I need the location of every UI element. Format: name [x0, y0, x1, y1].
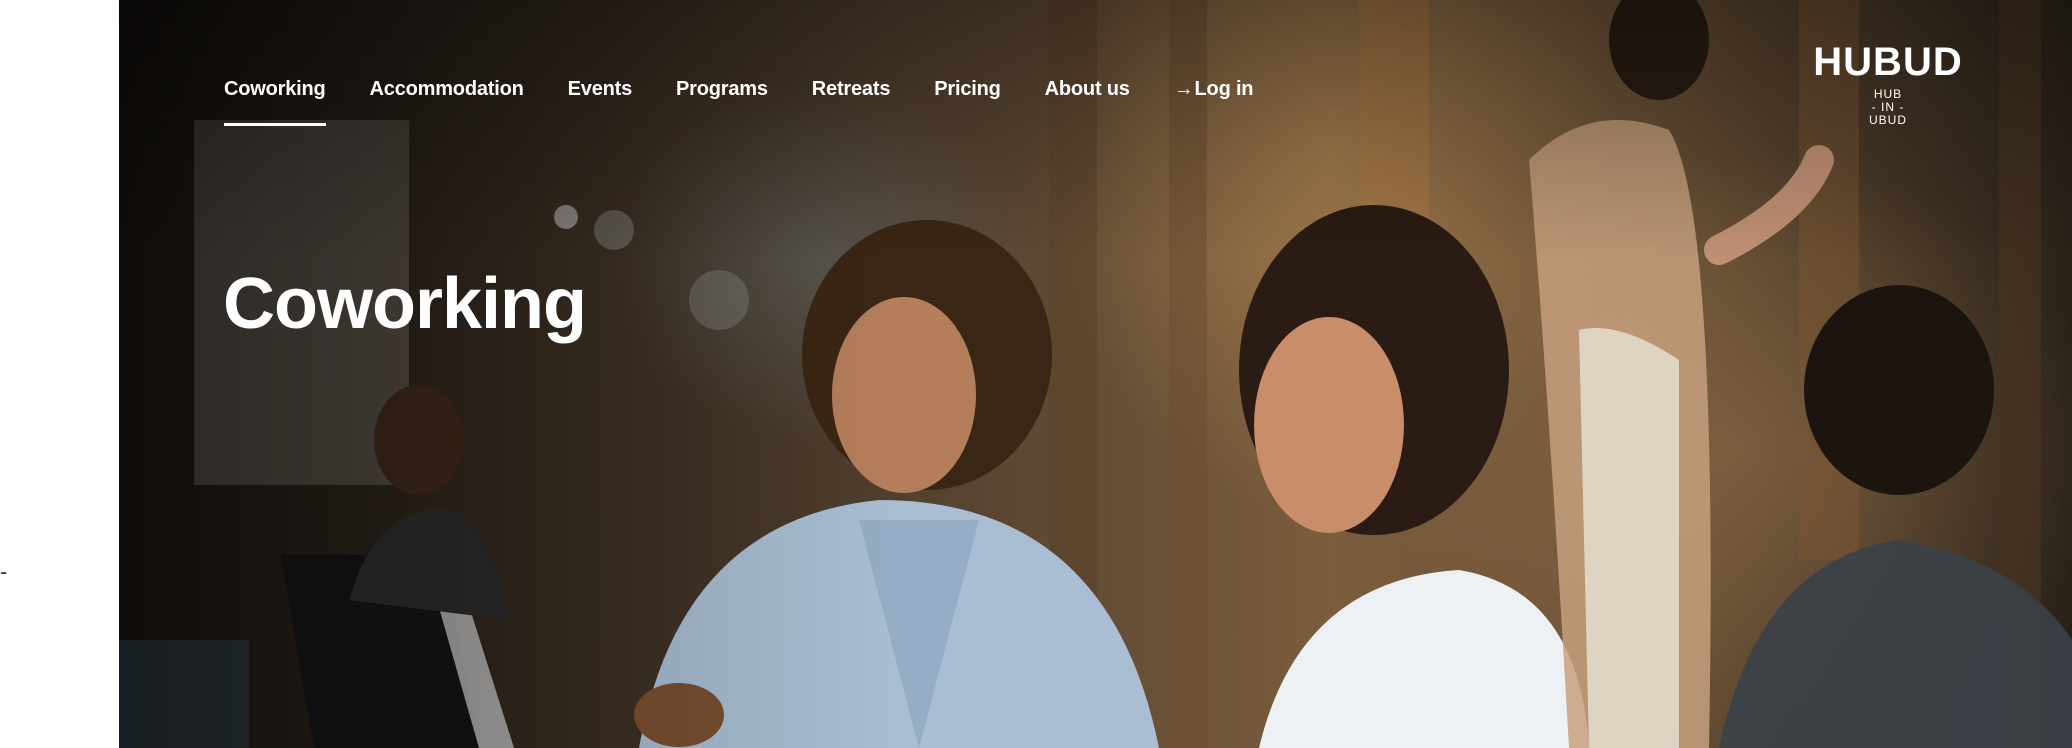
login-label: Log in	[1194, 78, 1254, 100]
nav-item-accommodation[interactable]: Accommodation	[370, 78, 524, 101]
side-marker: -	[0, 559, 8, 584]
main-nav: Coworking Accommodation Events Programs …	[224, 78, 1297, 126]
nav-item-retreats[interactable]: Retreats	[812, 78, 891, 101]
nav-item-coworking[interactable]: Coworking	[224, 78, 326, 126]
page-title: Coworking	[223, 264, 587, 344]
hero-overlay	[119, 0, 2072, 748]
hubud-logo[interactable]: HUBUD HUB - IN - UBUD	[1809, 42, 1967, 127]
hero-banner: Coworking Accommodation Events Programs …	[119, 0, 2072, 748]
nav-item-programs[interactable]: Programs	[676, 78, 768, 101]
nav-item-events[interactable]: Events	[568, 78, 633, 101]
logo-tagline-line: UBUD	[1868, 113, 1907, 127]
logo-tagline: HUB - IN - UBUD	[1809, 88, 1967, 127]
nav-item-about-us[interactable]: About us	[1045, 78, 1130, 101]
arrow-right-icon: →	[1173, 78, 1194, 100]
nav-item-pricing[interactable]: Pricing	[934, 78, 1001, 101]
logo-wordmark: HUBUD	[1813, 40, 1963, 84]
login-link[interactable]: → Log in	[1174, 78, 1254, 101]
